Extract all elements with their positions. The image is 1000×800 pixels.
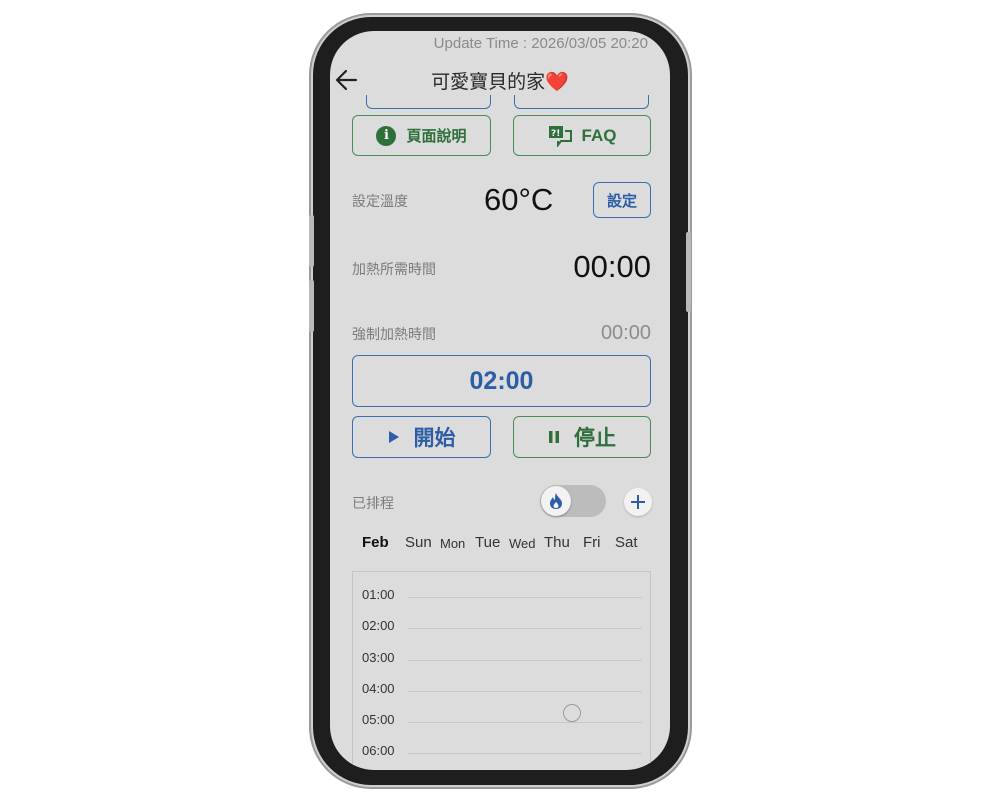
faq-button[interactable]: ?! FAQ bbox=[513, 115, 651, 156]
time-label: 01:00 bbox=[362, 587, 395, 602]
play-icon bbox=[388, 431, 399, 443]
app-screen: Update Time : 2026/03/05 20:20 可愛寶貝的家❤️ … bbox=[330, 31, 670, 770]
stop-button[interactable]: 停止 bbox=[513, 416, 651, 458]
day-header: Thu bbox=[544, 534, 570, 551]
temperature-label: 設定溫度 bbox=[352, 194, 408, 210]
day-header: Wed bbox=[509, 536, 536, 551]
time-label: 04:00 bbox=[362, 681, 395, 696]
start-button[interactable]: 開始 bbox=[352, 416, 491, 458]
time-row: 01:00 bbox=[353, 587, 650, 607]
time-row: 02:00 bbox=[353, 618, 650, 638]
time-row: 03:00 bbox=[353, 650, 650, 670]
side-button bbox=[686, 232, 691, 312]
scrolled-button[interactable] bbox=[366, 95, 491, 109]
add-schedule-button[interactable] bbox=[624, 488, 652, 516]
side-button bbox=[309, 280, 314, 332]
info-icon: i bbox=[376, 125, 397, 146]
faq-icon: ?! bbox=[548, 125, 572, 147]
day-header: Sat bbox=[615, 534, 638, 551]
time-row: 06:00 bbox=[353, 743, 650, 763]
time-row: 05:00 bbox=[353, 712, 650, 732]
heating-time-value: 00:00 bbox=[573, 249, 651, 284]
page-info-button[interactable]: i 頁面說明 bbox=[352, 115, 491, 156]
update-time: Update Time : 2026/03/05 20:20 bbox=[433, 35, 648, 52]
time-row: 04:00 bbox=[353, 681, 650, 701]
schedule-grid[interactable]: 01:00 02:00 03:00 04:00 05:00 06:00 bbox=[352, 571, 651, 770]
forced-heating-label: 強制加熱時間 bbox=[352, 327, 436, 343]
page-title: 可愛寶貝的家❤️ bbox=[330, 67, 670, 94]
time-label: 05:00 bbox=[362, 712, 395, 727]
toggle-knob bbox=[541, 486, 571, 516]
time-label: 03:00 bbox=[362, 650, 395, 665]
stop-label: 停止 bbox=[574, 426, 616, 450]
heart-icon: ❤️ bbox=[545, 71, 569, 93]
heating-time-label: 加熱所需時間 bbox=[352, 262, 436, 278]
pause-icon bbox=[549, 431, 559, 443]
forced-heating-duration-field[interactable]: 02:00 bbox=[352, 355, 651, 407]
day-header: Tue bbox=[475, 534, 501, 551]
start-label: 開始 bbox=[413, 426, 456, 450]
set-temperature-button[interactable]: 設定 bbox=[593, 182, 651, 218]
plus-icon bbox=[631, 495, 645, 509]
side-button bbox=[309, 215, 314, 267]
day-header: Fri bbox=[583, 534, 601, 551]
forced-heating-duration: 02:00 bbox=[469, 366, 534, 395]
scrolled-button[interactable] bbox=[514, 95, 649, 109]
schedule-month: Feb bbox=[362, 534, 389, 551]
day-header: Mon bbox=[440, 536, 466, 551]
title-text: 可愛寶貝的家 bbox=[431, 71, 546, 93]
time-label: 06:00 bbox=[362, 743, 395, 758]
schedule-label: 已排程 bbox=[352, 496, 394, 512]
temperature-value: 60°C bbox=[484, 182, 554, 217]
forced-heating-remaining: 00:00 bbox=[600, 322, 651, 344]
day-header: Sun bbox=[405, 534, 432, 551]
touch-indicator bbox=[563, 704, 581, 722]
flame-icon bbox=[550, 493, 562, 509]
set-label: 設定 bbox=[606, 191, 637, 210]
faq-label: FAQ bbox=[581, 125, 617, 145]
time-label: 02:00 bbox=[362, 618, 395, 633]
schedule-toggle[interactable] bbox=[540, 485, 606, 517]
page-info-label: 頁面說明 bbox=[406, 127, 467, 145]
svg-text:?!: ?! bbox=[551, 129, 560, 139]
